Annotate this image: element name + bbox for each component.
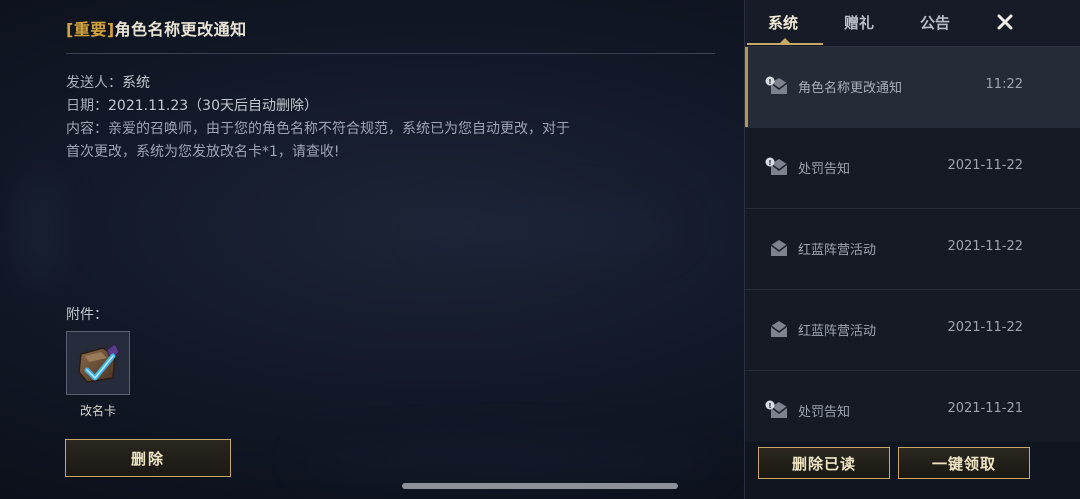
mail-content: 内容：亲爱的召唤师，由于您的角色名称不符合规范，系统已为您自动更改，对于首次更改… [66, 118, 576, 164]
selected-indicator [745, 47, 748, 127]
mail-date: 2021-11-22 [947, 320, 1023, 335]
mail-list-item[interactable]: 红蓝阵营活动 2021-11-22 [745, 209, 1080, 290]
delete-read-button[interactable]: 删除已读 [758, 447, 890, 479]
sender-value: 系统 [122, 75, 150, 91]
svg-text:!: ! [768, 402, 771, 410]
home-indicator[interactable] [402, 483, 678, 489]
mail-list-item[interactable]: ! 处罚告知 2021-11-21 [745, 371, 1080, 442]
close-icon [997, 14, 1013, 30]
close-button[interactable] [993, 8, 1017, 36]
mail-subject: 处罚告知 [798, 162, 851, 177]
svg-text:!: ! [768, 78, 771, 86]
attachment-name: 改名卡 [79, 404, 116, 418]
active-tab-caret [780, 38, 790, 43]
delete-button[interactable]: 删除 [65, 439, 231, 477]
mail-list: ! 角色名称更改通知 11:22 ! 处罚告知 2021-11-22 红蓝阵营活… [745, 47, 1080, 442]
divider [66, 53, 715, 54]
tab-gifts[interactable]: 赠礼 [844, 0, 874, 46]
sender-line: 发送人：系统 [66, 72, 150, 92]
date-value: 2021.11.23（30天后自动删除） [108, 98, 318, 114]
date-label: 日期： [66, 98, 108, 114]
tab-announcements[interactable]: 公告 [920, 0, 950, 46]
sender-label: 发送人： [66, 75, 122, 91]
mail-tabs: 系统 赠礼 公告 [745, 0, 1080, 47]
mail-read-icon [770, 321, 788, 337]
mail-date: 2021-11-22 [947, 158, 1023, 173]
content-body: 亲爱的召唤师，由于您的角色名称不符合规范，系统已为您自动更改，对于首次更改，系统… [66, 121, 570, 160]
mail-detail: [重要]角色名称更改通知 发送人：系统 日期：2021.11.23（30天后自动… [0, 0, 744, 499]
mail-read-alert-icon: ! [765, 157, 788, 175]
attachments-label: 附件： [66, 307, 108, 323]
mail-date: 2021-11-22 [947, 239, 1023, 254]
mail-list-item[interactable]: ! 角色名称更改通知 11:22 [745, 47, 1080, 128]
mail-title: [重要]角色名称更改通知 [66, 16, 247, 40]
mail-title-text: 角色名称更改通知 [114, 20, 247, 39]
mail-read-alert-icon: ! [765, 76, 788, 94]
mail-list-panel: 系统 赠礼 公告 ! 角色名称更改通知 11:22 ! 处罚告知 2021-11… [744, 0, 1080, 499]
mail-subject: 处罚告知 [798, 405, 851, 420]
svg-text:!: ! [768, 159, 771, 167]
mail-read-icon [770, 240, 788, 256]
mail-subject: 角色名称更改通知 [798, 81, 903, 96]
importance-tag: [重要] [66, 20, 115, 39]
active-tab-indicator [747, 43, 823, 45]
mail-date: 11:22 [985, 77, 1023, 92]
mail-subject: 红蓝阵营活动 [798, 324, 877, 339]
mail-list-footer: 删除已读 一键领取 [745, 442, 1080, 499]
mail-subject: 红蓝阵营活动 [798, 243, 877, 258]
mail-list-item[interactable]: 红蓝阵营活动 2021-11-22 [745, 290, 1080, 371]
rename-card-icon [78, 343, 120, 383]
mail-date: 2021-11-21 [947, 401, 1023, 416]
content-label: 内容： [66, 121, 108, 137]
mail-screen: [重要]角色名称更改通知 发送人：系统 日期：2021.11.23（30天后自动… [0, 0, 1080, 499]
mail-list-item[interactable]: ! 处罚告知 2021-11-22 [745, 128, 1080, 209]
claim-all-button[interactable]: 一键领取 [898, 447, 1030, 479]
date-line: 日期：2021.11.23（30天后自动删除） [66, 95, 318, 115]
mail-read-alert-icon: ! [765, 400, 788, 418]
attachment-slot[interactable] [66, 331, 130, 395]
